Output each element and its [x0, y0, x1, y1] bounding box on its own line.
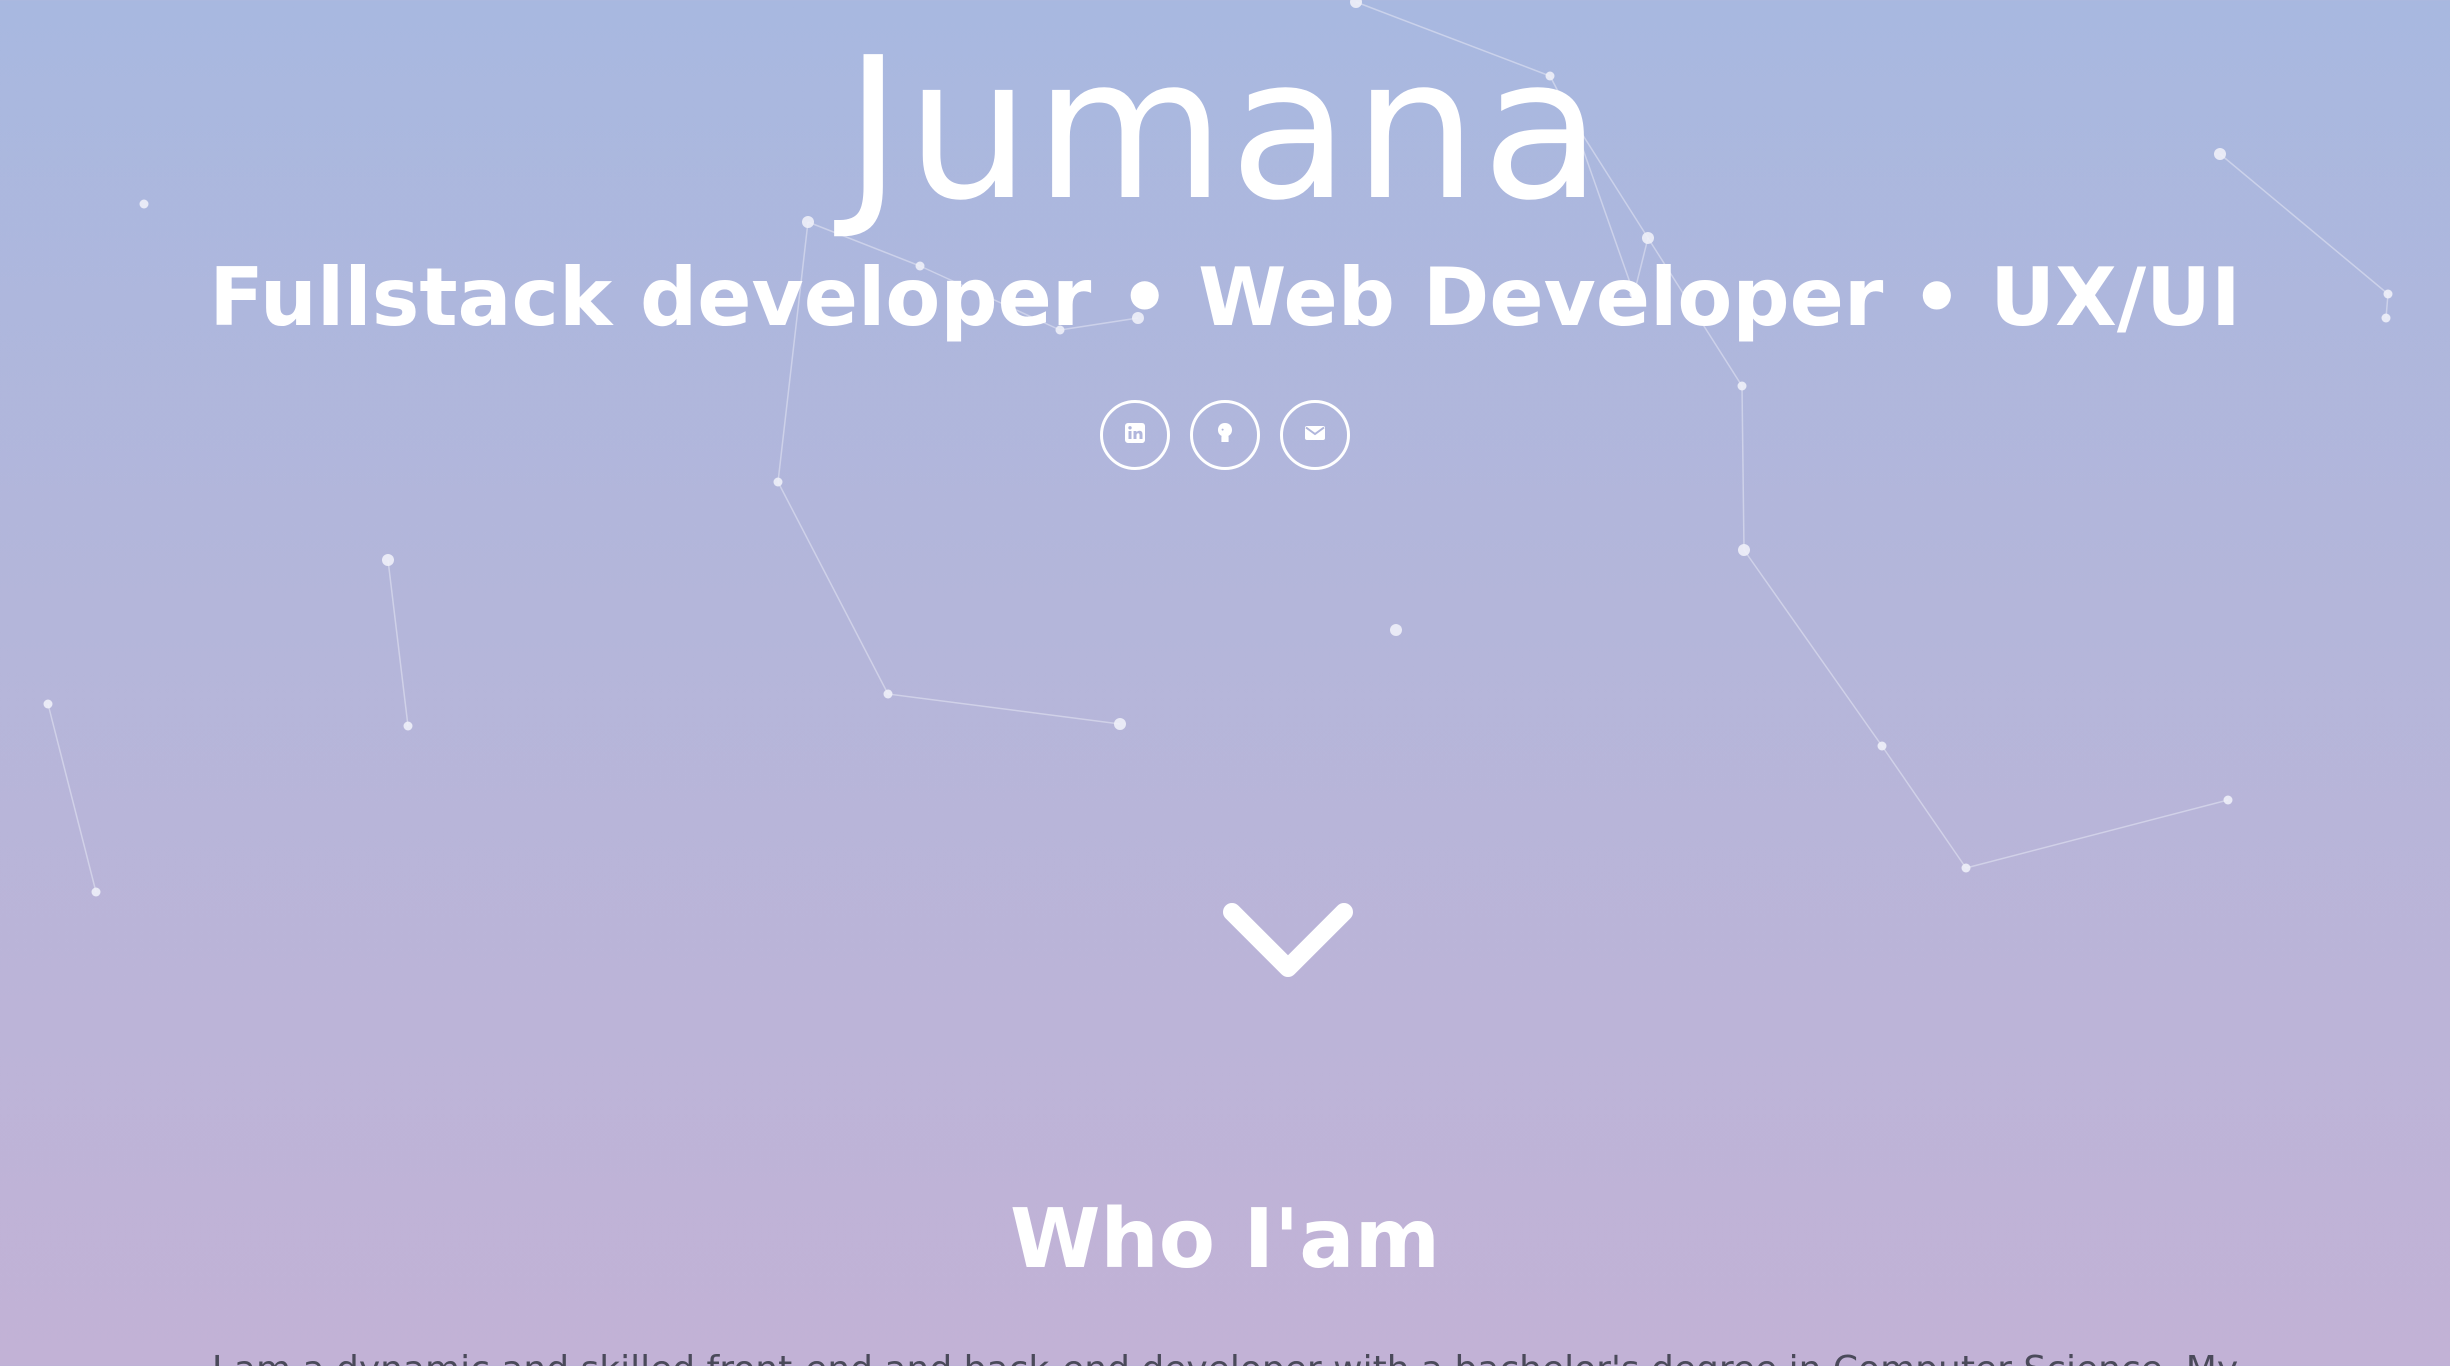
network-dot — [2223, 795, 2233, 805]
network-dot — [1877, 741, 1887, 751]
hero-name: Jumana — [844, 16, 1606, 244]
network-dot — [1350, 0, 1362, 8]
network-dot — [382, 554, 394, 566]
network-dot — [91, 887, 101, 897]
network-line — [1881, 745, 1967, 869]
network-line — [777, 481, 889, 695]
network-line — [47, 703, 97, 893]
network-line — [887, 693, 1121, 725]
network-dot — [1738, 544, 1750, 556]
network-dot — [883, 689, 893, 699]
chevron-down-icon — [1223, 903, 1353, 977]
network-dot — [43, 699, 53, 709]
envelope-icon — [1303, 421, 1327, 449]
linkedin-link[interactable] — [1100, 400, 1170, 470]
about-heading: Who I'am — [1009, 1192, 1441, 1287]
hero-tagline: Fullstack developer • Web Developer • UX… — [209, 251, 2241, 344]
network-dot — [403, 721, 413, 731]
network-line — [1965, 799, 2229, 869]
network-dot — [1114, 718, 1126, 730]
network-line — [387, 559, 409, 727]
network-dot — [773, 477, 783, 487]
about-intro-text: I am a dynamic and skilled front-end and… — [0, 1348, 2450, 1366]
linkedin-icon — [1123, 421, 1147, 449]
github-icon — [1213, 421, 1237, 449]
social-links — [0, 400, 2450, 470]
network-line — [1743, 549, 1883, 747]
scroll-down-button[interactable] — [1218, 898, 1358, 998]
network-dot — [1961, 863, 1971, 873]
network-dot — [1737, 381, 1747, 391]
network-dot — [1390, 624, 1402, 636]
github-link[interactable] — [1190, 400, 1260, 470]
email-link[interactable] — [1280, 400, 1350, 470]
